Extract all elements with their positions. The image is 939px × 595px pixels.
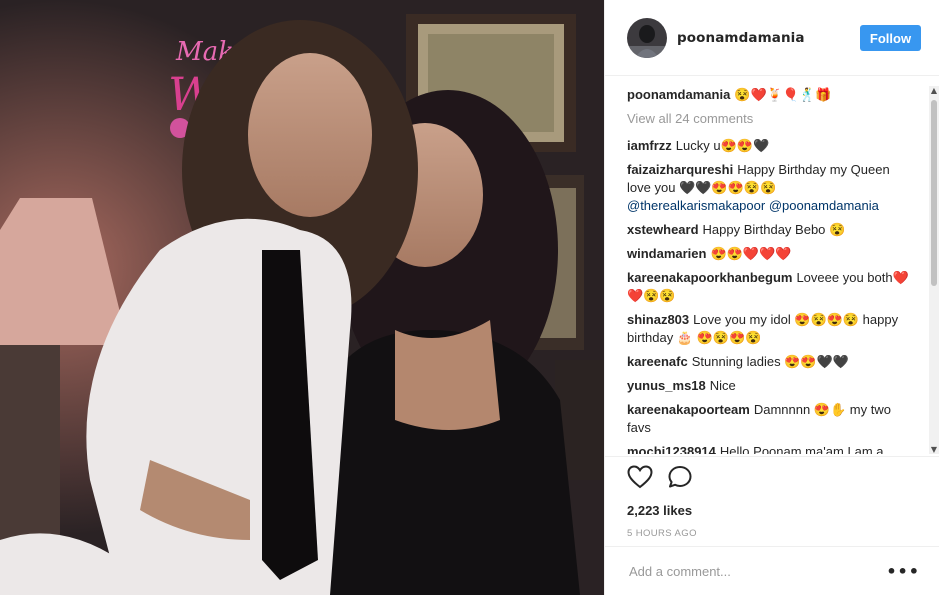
- heart-icon[interactable]: [627, 465, 653, 493]
- likes-count[interactable]: 2,223 likes: [627, 503, 939, 518]
- comments-list[interactable]: poonamdamania 😵❤️🍹🎈🕺🎁 View all 24 comment…: [605, 86, 939, 454]
- comment-item: shinaz803 Love you my idol 😍😵😍😵 happy bir…: [627, 311, 912, 347]
- comment-item: xstewheard Happy Birthday Bebo 😵: [627, 221, 912, 239]
- follow-button[interactable]: Follow: [860, 25, 921, 51]
- comment-item: yunus_ms18 Nice: [627, 377, 912, 395]
- comment-username[interactable]: windamarien: [627, 246, 706, 261]
- comment-item: mochi1238914 Hello Poonam ma'am I am a: [627, 443, 912, 454]
- caption: poonamdamania 😵❤️🍹🎈🕺🎁: [627, 86, 912, 104]
- comment-text: 😍😍❤️❤️❤️: [710, 246, 792, 261]
- comment-item: faizaizharqureshi Happy Birthday my Queen…: [627, 161, 912, 215]
- comment-username[interactable]: faizaizharqureshi: [627, 162, 733, 177]
- post-photo[interactable]: Make W: [0, 0, 604, 595]
- comment-username[interactable]: shinaz803: [627, 312, 689, 327]
- username[interactable]: poonamdamania: [677, 30, 805, 46]
- post-timestamp[interactable]: 5 HOURS AGO: [627, 528, 939, 539]
- comment-username[interactable]: yunus_ms18: [627, 378, 706, 393]
- comment-username[interactable]: iamfrzz: [627, 138, 672, 153]
- comment-mentions[interactable]: @therealkarismakapoor @poonamdamania: [627, 198, 879, 213]
- comment-text: Hello Poonam ma'am I am a: [719, 444, 884, 454]
- instagram-post: Make W poonamdamania Follow poonamdamani…: [0, 0, 939, 595]
- post-side-panel: poonamdamania Follow poonamdamania 😵❤️🍹🎈🕺…: [604, 0, 939, 595]
- comment-username[interactable]: kareenafc: [627, 354, 688, 369]
- scrollbar-thumb[interactable]: [931, 100, 937, 286]
- comment-icon[interactable]: [667, 465, 693, 493]
- scroll-up-icon[interactable]: ▲: [930, 86, 938, 95]
- comment-text: Stunning ladies 😍😍🖤🖤: [691, 354, 849, 369]
- comment-item: windamarien 😍😍❤️❤️❤️: [627, 245, 912, 263]
- comment-text: Happy Birthday Bebo 😵: [702, 222, 846, 237]
- comment-item: kareenafc Stunning ladies 😍😍🖤🖤: [627, 353, 912, 371]
- comment-username[interactable]: kareenakapoorteam: [627, 402, 750, 417]
- caption-text: 😵❤️🍹🎈🕺🎁: [734, 87, 832, 102]
- avatar-image: [627, 17, 667, 58]
- post-actions: 2,223 likes 5 HOURS AGO: [605, 456, 939, 539]
- scroll-down-icon[interactable]: ▼: [930, 445, 938, 454]
- comment-text: Lucky u😍😍🖤: [675, 138, 770, 153]
- comment-username[interactable]: kareenakapoorkhanbegum: [627, 270, 792, 285]
- comments-scrollbar[interactable]: ▲ ▼: [929, 86, 939, 454]
- comment-input[interactable]: [627, 562, 887, 580]
- more-options-icon[interactable]: •••: [886, 562, 920, 581]
- add-comment-bar: •••: [605, 546, 939, 595]
- comment-item: kareenakapoorteam Damnnnn 😍✋ my two favs: [627, 401, 912, 437]
- post-header: poonamdamania Follow: [605, 0, 939, 76]
- comment-text: Nice: [709, 378, 736, 393]
- comment-item: kareenakapoorkhanbegum Loveee you both❤️❤…: [627, 269, 912, 305]
- comment-username[interactable]: mochi1238914: [627, 444, 716, 454]
- view-all-comments-link[interactable]: View all 24 comments: [627, 110, 912, 128]
- comment-username[interactable]: xstewheard: [627, 222, 699, 237]
- comment-item: iamfrzz Lucky u😍😍🖤: [627, 137, 912, 155]
- photo-illustration: Make W: [0, 0, 604, 595]
- caption-username[interactable]: poonamdamania: [627, 87, 730, 102]
- avatar[interactable]: [627, 17, 667, 58]
